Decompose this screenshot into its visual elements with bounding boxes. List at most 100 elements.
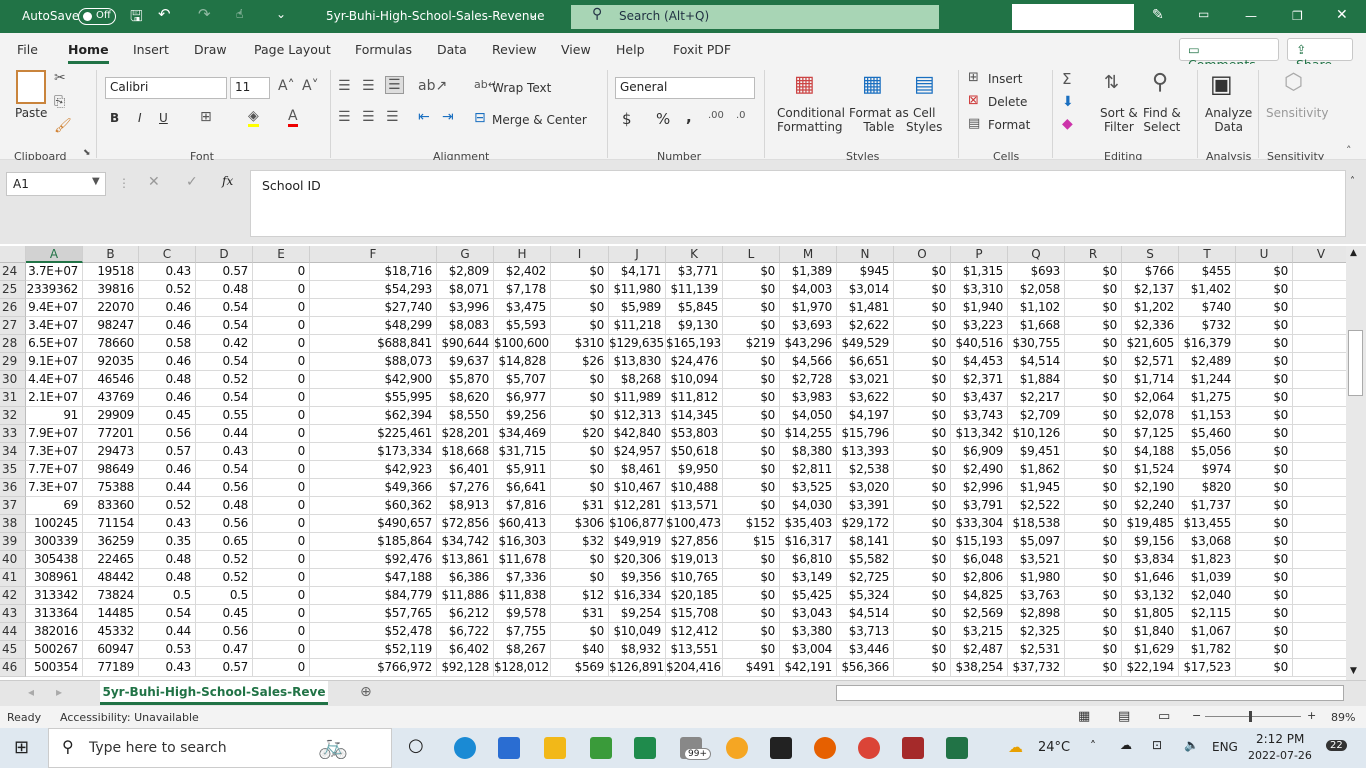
cell[interactable]: $0 (894, 371, 951, 389)
cell[interactable]: 69 (26, 497, 83, 515)
underline-button[interactable]: U (159, 111, 168, 125)
cell[interactable]: $0 (1236, 425, 1293, 443)
cell[interactable]: $4,171 (609, 263, 666, 281)
row-header[interactable]: 25 (0, 281, 26, 299)
cell[interactable]: $0 (1236, 263, 1293, 281)
scroll-down-icon[interactable]: ▼ (1350, 666, 1357, 676)
cell[interactable]: $21,605 (1122, 335, 1179, 353)
align-center-icon[interactable]: ☰ (362, 109, 375, 125)
cell[interactable]: $4,514 (837, 605, 894, 623)
cell[interactable]: 0 (253, 659, 310, 677)
align-top-icon[interactable]: ☰ (338, 78, 351, 94)
cell[interactable]: $0 (894, 569, 951, 587)
cell[interactable]: $19,485 (1122, 515, 1179, 533)
cell[interactable]: 9.4E+07 (26, 299, 83, 317)
cell[interactable]: $9,578 (494, 605, 551, 623)
cell[interactable]: 0 (253, 605, 310, 623)
cell[interactable]: $26 (551, 353, 609, 371)
cell[interactable]: $3,391 (837, 497, 894, 515)
cell[interactable]: $40 (551, 641, 609, 659)
tray-expand-icon[interactable]: ˄ (1090, 739, 1096, 753)
cell[interactable]: $13,830 (609, 353, 666, 371)
cell[interactable]: 308961 (26, 569, 83, 587)
align-bottom-icon[interactable]: ☰ (385, 76, 404, 94)
row-header[interactable]: 31 (0, 389, 26, 407)
cell[interactable]: 0.44 (196, 425, 253, 443)
cell[interactable]: 7.7E+07 (26, 461, 83, 479)
cell[interactable]: $0 (551, 443, 609, 461)
cell[interactable]: $3,525 (780, 479, 837, 497)
cell[interactable]: $8,620 (437, 389, 494, 407)
analyze-data-button[interactable]: Analyze Data (1205, 106, 1252, 134)
cell[interactable]: 77201 (83, 425, 139, 443)
cell[interactable]: $128,012 (494, 659, 551, 677)
cell[interactable]: $8,141 (837, 533, 894, 551)
cell[interactable]: 3.7E+07 (26, 263, 83, 281)
cell[interactable]: $0 (723, 317, 780, 335)
cell[interactable]: 0.57 (196, 659, 253, 677)
app-icon[interactable] (590, 737, 612, 759)
cell[interactable]: 0.52 (139, 281, 196, 299)
cell[interactable]: $13,342 (951, 425, 1008, 443)
cell[interactable]: $11,980 (609, 281, 666, 299)
cell[interactable]: $12,412 (666, 623, 723, 641)
cell[interactable]: $1,315 (951, 263, 1008, 281)
cell[interactable]: $0 (723, 551, 780, 569)
cell[interactable]: $0 (1065, 623, 1122, 641)
cell[interactable]: $9,356 (609, 569, 666, 587)
cell[interactable]: $0 (551, 371, 609, 389)
cell[interactable]: 305438 (26, 551, 83, 569)
cell[interactable]: $173,334 (310, 443, 437, 461)
cell[interactable]: 0.52 (196, 371, 253, 389)
cell[interactable]: $100,473 (666, 515, 723, 533)
cell[interactable]: 0.58 (139, 335, 196, 353)
cell[interactable]: 0.56 (196, 515, 253, 533)
cell[interactable]: $43,296 (780, 335, 837, 353)
scrollbar-thumb[interactable] (1348, 330, 1363, 396)
cell[interactable]: $9,130 (666, 317, 723, 335)
cell[interactable]: $57,765 (310, 605, 437, 623)
column-header[interactable]: B (83, 246, 139, 263)
cell[interactable]: $5,989 (609, 299, 666, 317)
row-header[interactable]: 43 (0, 605, 26, 623)
winrar-icon[interactable] (902, 737, 924, 759)
font-size-select[interactable]: 11 (230, 77, 270, 99)
cell[interactable]: 0.52 (196, 551, 253, 569)
page-layout-view-icon[interactable]: ▤ (1118, 709, 1130, 724)
cell[interactable]: 22465 (83, 551, 139, 569)
cell[interactable]: 45332 (83, 623, 139, 641)
document-title[interactable]: 5yr-Buhi-High-School-Sales-Revenue (326, 9, 545, 23)
cell[interactable]: $16,379 (1179, 335, 1236, 353)
cell[interactable]: $38,254 (951, 659, 1008, 677)
close-icon[interactable]: ✕ (1336, 7, 1348, 23)
edge-icon[interactable] (454, 737, 476, 759)
fill-icon[interactable]: ⬇ (1062, 94, 1074, 110)
cell[interactable]: $8,268 (609, 371, 666, 389)
cell[interactable]: $1,805 (1122, 605, 1179, 623)
cell[interactable]: $0 (1236, 605, 1293, 623)
zoom-slider[interactable] (1205, 716, 1301, 717)
comma-button[interactable]: , (686, 108, 692, 126)
format-as-table-button[interactable]: Format as Table (849, 106, 909, 134)
cell[interactable]: $1,945 (1008, 479, 1065, 497)
cell[interactable]: $9,637 (437, 353, 494, 371)
cell[interactable]: 0.44 (139, 623, 196, 641)
cell[interactable]: 0.45 (139, 407, 196, 425)
excel-icon[interactable] (946, 737, 968, 759)
cell[interactable]: 500354 (26, 659, 83, 677)
file-explorer-icon[interactable] (544, 737, 566, 759)
cell[interactable]: $0 (894, 551, 951, 569)
cell[interactable]: $3,771 (666, 263, 723, 281)
cell[interactable]: $16,334 (609, 587, 666, 605)
row-header[interactable]: 39 (0, 533, 26, 551)
cell[interactable]: $0 (894, 443, 951, 461)
tab-home[interactable]: Home (68, 42, 109, 64)
cell[interactable]: 2.1E+07 (26, 389, 83, 407)
cell[interactable]: $3,622 (837, 389, 894, 407)
cell[interactable]: $11,139 (666, 281, 723, 299)
cell[interactable]: 7.3E+07 (26, 479, 83, 497)
cell[interactable]: $3,743 (951, 407, 1008, 425)
cell[interactable]: $92,476 (310, 551, 437, 569)
find-select-button[interactable]: Find & Select (1143, 106, 1181, 134)
cell[interactable]: $7,276 (437, 479, 494, 497)
